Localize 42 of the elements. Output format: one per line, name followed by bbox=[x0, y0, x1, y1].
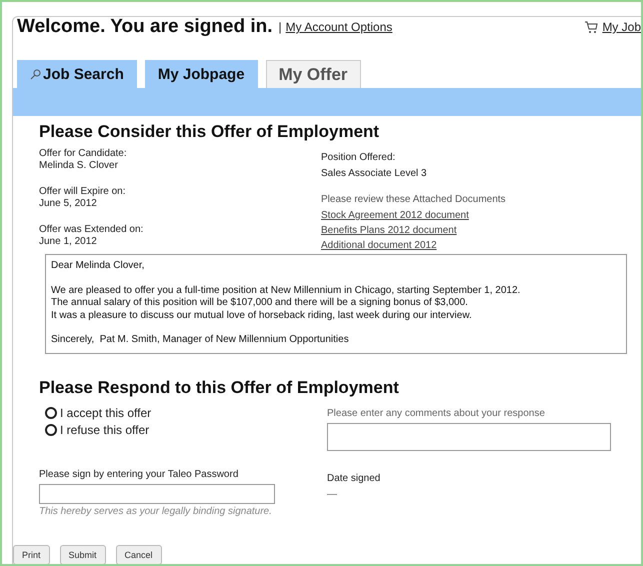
field-label: Offer will Expire on: bbox=[39, 186, 127, 198]
letter-text: We are pleased to offer you a full-time position at New Millennium in Chicago, starting September 1, 2012. bbox=[51, 284, 522, 297]
comments-label: Please enter any comments about your response bbox=[327, 408, 546, 420]
date-label: Date signed bbox=[327, 472, 382, 484]
action-button[interactable]: Cancel bbox=[116, 545, 162, 564]
date-value: — bbox=[327, 488, 338, 500]
password-label: Please sign by entering your Taleo Password bbox=[39, 468, 240, 480]
document-link[interactable]: Additional document 2012 bbox=[321, 240, 641, 251]
radio-icon[interactable] bbox=[45, 406, 57, 418]
field-label: Position Offered: bbox=[321, 152, 396, 164]
field-value: June 5, 2012 bbox=[39, 198, 98, 210]
section-heading: Please Respond to this Offer of Employment bbox=[39, 378, 400, 398]
letter-text: It was a pleasure to discuss our mutual love of horseback riding, last week during our interview. bbox=[51, 310, 473, 322]
radio-icon[interactable] bbox=[45, 424, 57, 436]
radio-option[interactable]: I refuse this offer bbox=[45, 422, 321, 436]
documents-label: Please review these Attached Documents bbox=[321, 194, 507, 206]
tab[interactable]: My Jobpage bbox=[144, 60, 258, 88]
letter-text: The annual salary of this position will be $107,000 and there will be a signing bonus of $3,000. bbox=[51, 297, 469, 310]
action-button[interactable]: Print bbox=[13, 545, 50, 564]
tab[interactable]: Job Search bbox=[17, 60, 137, 88]
search-icon bbox=[30, 69, 41, 80]
field-value: Sales Associate Level 3 bbox=[321, 168, 428, 180]
action-button[interactable]: Submit bbox=[60, 545, 106, 564]
password-field[interactable] bbox=[39, 484, 275, 504]
job-cart-link[interactable]: My Job bbox=[602, 20, 641, 34]
account-options-link[interactable]: My Account Options bbox=[286, 20, 392, 34]
document-link[interactable]: Benefits Plans 2012 document bbox=[321, 225, 641, 236]
section-heading: Please Consider this Offer of Employment bbox=[39, 122, 380, 142]
field-value: June 1, 2012 bbox=[39, 236, 98, 248]
letter-greeting: Dear Melinda Clover, bbox=[51, 260, 146, 272]
radio-option[interactable]: I accept this offer bbox=[45, 406, 321, 420]
field-value: Melinda S. Clover bbox=[39, 160, 119, 172]
document-link[interactable]: Stock Agreement 2012 document bbox=[321, 210, 641, 221]
page-title: Welcome. You are signed in. bbox=[17, 16, 273, 38]
separator: | bbox=[278, 20, 282, 34]
cart-icon bbox=[584, 20, 598, 34]
signature-note: This hereby serves as your legally binding signature. bbox=[39, 506, 273, 518]
field-label: Offer for Candidate: bbox=[39, 148, 128, 160]
comments-field[interactable] bbox=[327, 422, 611, 450]
tab[interactable]: My Offer bbox=[266, 60, 361, 88]
letter-signature: Sincerely, Pat M. Smith, Manager of New Millennium Opportunities bbox=[51, 334, 350, 346]
field-label: Offer was Extended on: bbox=[39, 224, 144, 236]
